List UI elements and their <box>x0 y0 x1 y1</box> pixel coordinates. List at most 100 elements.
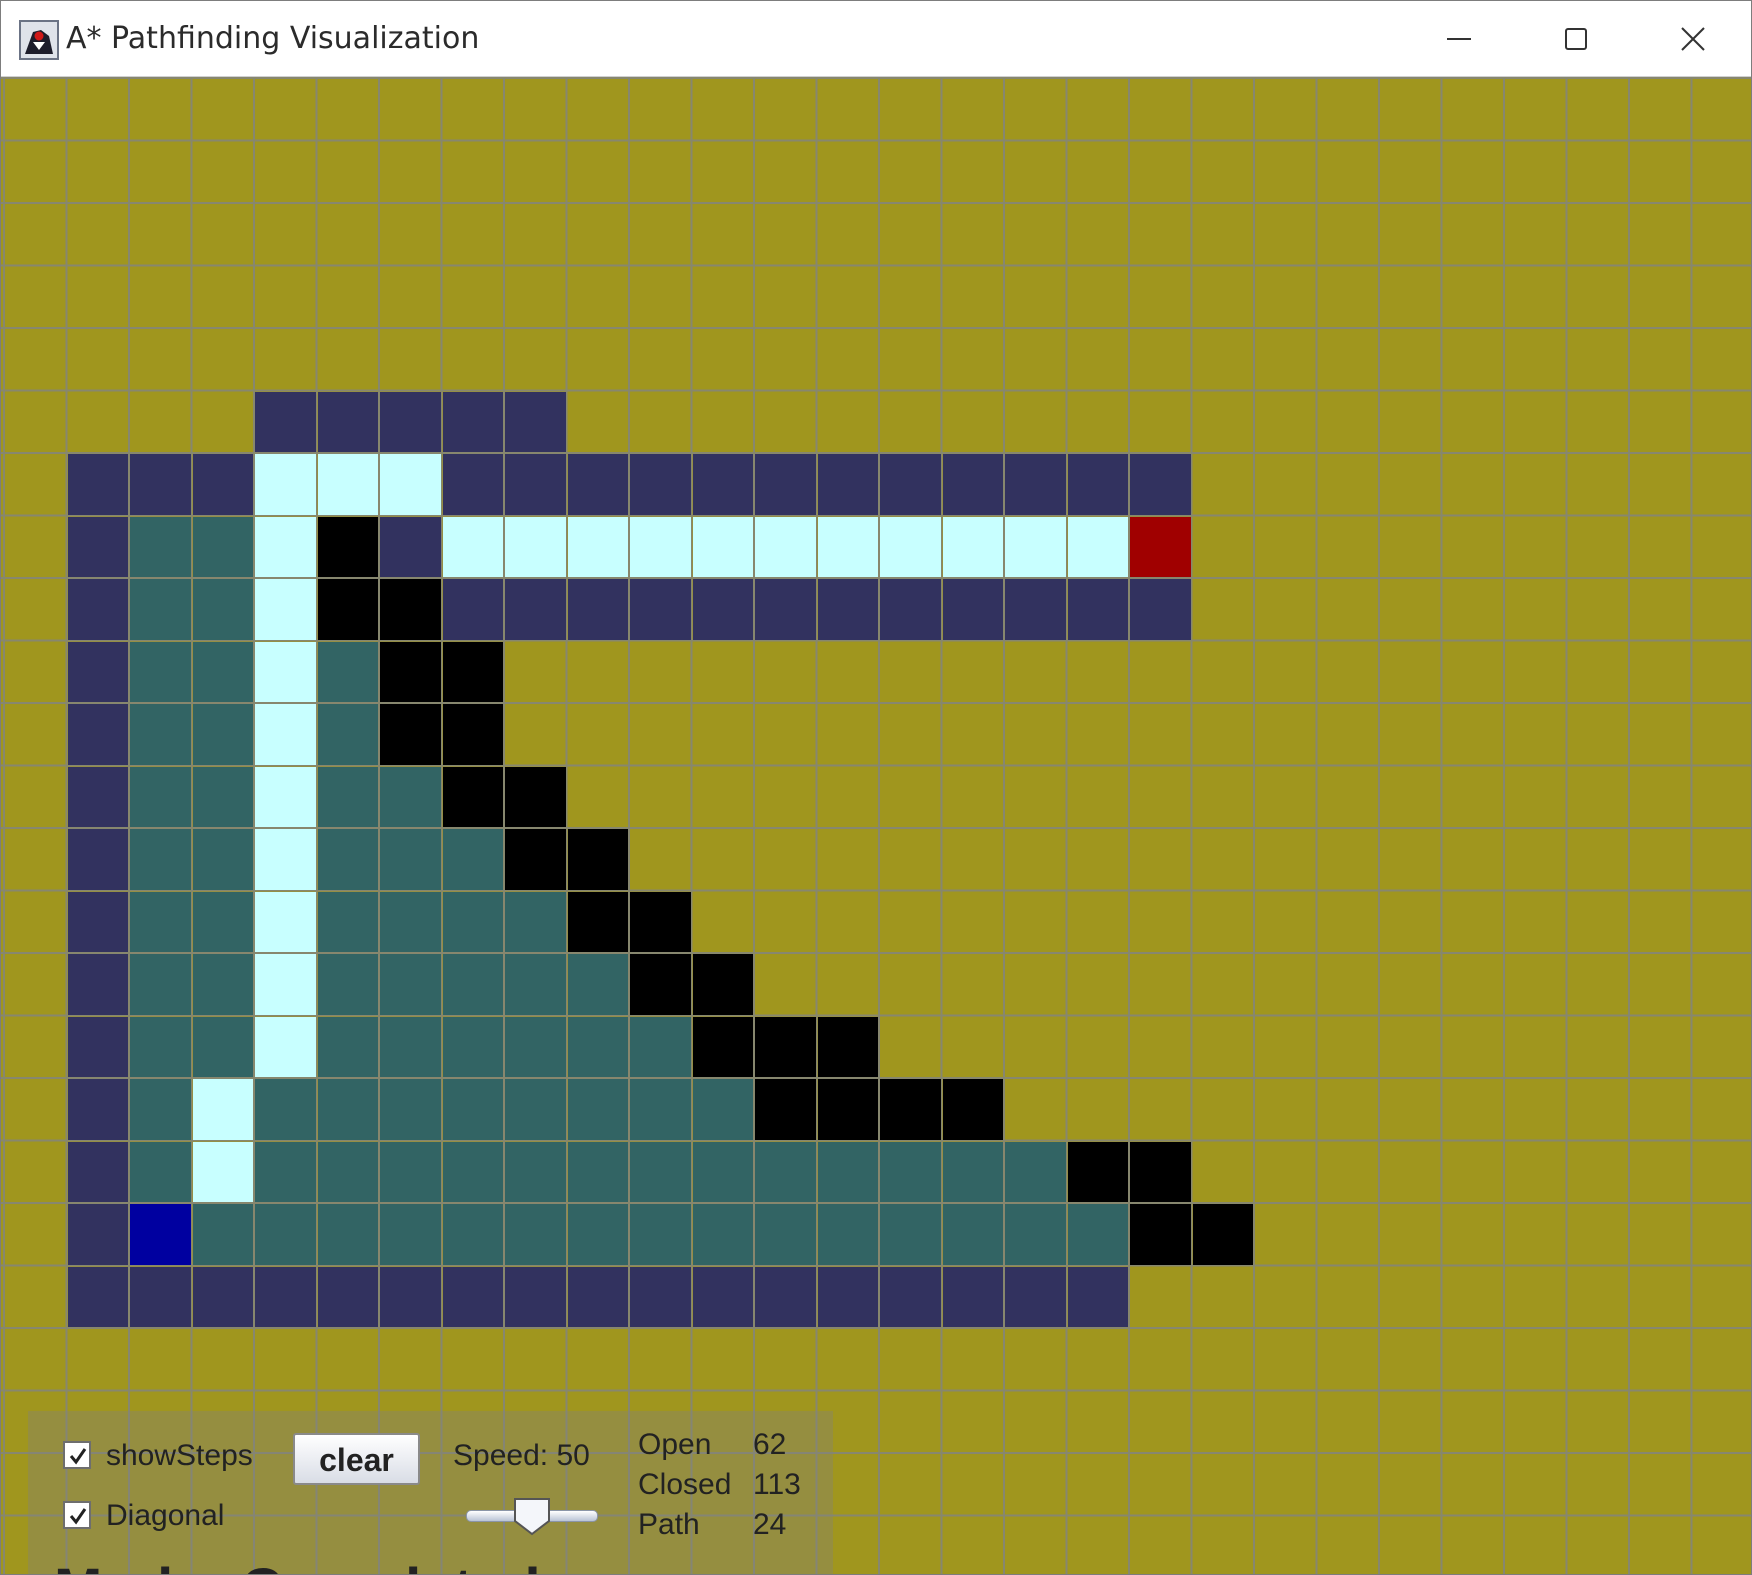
closed-cell[interactable] <box>192 641 253 702</box>
closed-cell[interactable] <box>317 1141 378 1202</box>
path-cell[interactable] <box>255 704 316 765</box>
closed-cell[interactable] <box>442 829 503 890</box>
open-cell[interactable] <box>67 954 128 1015</box>
wall-cell[interactable] <box>317 579 378 640</box>
wall-cell[interactable] <box>1130 1141 1191 1202</box>
open-cell[interactable] <box>67 579 128 640</box>
closed-cell[interactable] <box>1067 1204 1128 1265</box>
wall-cell[interactable] <box>755 1016 816 1077</box>
open-cell[interactable] <box>1005 454 1066 515</box>
closed-cell[interactable] <box>567 954 628 1015</box>
closed-cell[interactable] <box>755 1204 816 1265</box>
closed-cell[interactable] <box>755 1141 816 1202</box>
path-cell[interactable] <box>880 516 941 577</box>
closed-cell[interactable] <box>817 1204 878 1265</box>
closed-cell[interactable] <box>130 766 191 827</box>
open-cell[interactable] <box>567 579 628 640</box>
wall-cell[interactable] <box>880 1079 941 1140</box>
path-cell[interactable] <box>255 454 316 515</box>
open-cell[interactable] <box>442 391 503 452</box>
closed-cell[interactable] <box>380 829 441 890</box>
path-cell[interactable] <box>630 516 691 577</box>
open-cell[interactable] <box>630 1266 691 1327</box>
path-cell[interactable] <box>692 516 753 577</box>
open-cell[interactable] <box>505 391 566 452</box>
closed-cell[interactable] <box>692 1079 753 1140</box>
wall-cell[interactable] <box>380 579 441 640</box>
clear-button[interactable]: clear <box>293 1433 420 1485</box>
closed-cell[interactable] <box>317 891 378 952</box>
open-cell[interactable] <box>817 579 878 640</box>
closed-cell[interactable] <box>567 1016 628 1077</box>
wall-cell[interactable] <box>755 1079 816 1140</box>
wall-cell[interactable] <box>630 891 691 952</box>
path-cell[interactable] <box>755 516 816 577</box>
closed-cell[interactable] <box>380 891 441 952</box>
open-cell[interactable] <box>67 1204 128 1265</box>
speed-slider-thumb[interactable] <box>512 1496 552 1536</box>
open-cell[interactable] <box>67 516 128 577</box>
closed-cell[interactable] <box>130 579 191 640</box>
closed-cell[interactable] <box>630 1079 691 1140</box>
closed-cell[interactable] <box>380 1204 441 1265</box>
closed-cell[interactable] <box>317 829 378 890</box>
path-cell[interactable] <box>442 516 503 577</box>
wall-cell[interactable] <box>505 766 566 827</box>
diagonal-checkbox[interactable] <box>63 1501 91 1529</box>
closed-cell[interactable] <box>317 704 378 765</box>
closed-cell[interactable] <box>130 891 191 952</box>
open-cell[interactable] <box>67 1266 128 1327</box>
open-cell[interactable] <box>942 1266 1003 1327</box>
open-cell[interactable] <box>692 579 753 640</box>
closed-cell[interactable] <box>567 1079 628 1140</box>
closed-cell[interactable] <box>255 1204 316 1265</box>
closed-cell[interactable] <box>130 829 191 890</box>
closed-cell[interactable] <box>192 829 253 890</box>
open-cell[interactable] <box>67 641 128 702</box>
closed-cell[interactable] <box>817 1141 878 1202</box>
wall-cell[interactable] <box>817 1079 878 1140</box>
show-steps-checkbox[interactable] <box>63 1441 91 1469</box>
closed-cell[interactable] <box>942 1204 1003 1265</box>
closed-cell[interactable] <box>380 1141 441 1202</box>
open-cell[interactable] <box>1067 454 1128 515</box>
wall-cell[interactable] <box>942 1079 1003 1140</box>
open-cell[interactable] <box>442 1266 503 1327</box>
path-cell[interactable] <box>380 454 441 515</box>
open-cell[interactable] <box>630 454 691 515</box>
closed-cell[interactable] <box>192 516 253 577</box>
maximize-button[interactable] <box>1518 1 1635 76</box>
minimize-button[interactable] <box>1401 1 1518 76</box>
wall-cell[interactable] <box>380 641 441 702</box>
closed-cell[interactable] <box>505 1016 566 1077</box>
closed-cell[interactable] <box>630 1016 691 1077</box>
closed-cell[interactable] <box>1005 1141 1066 1202</box>
open-cell[interactable] <box>880 579 941 640</box>
closed-cell[interactable] <box>192 579 253 640</box>
closed-cell[interactable] <box>130 641 191 702</box>
closed-cell[interactable] <box>505 1204 566 1265</box>
open-cell[interactable] <box>130 454 191 515</box>
open-cell[interactable] <box>67 704 128 765</box>
closed-cell[interactable] <box>192 766 253 827</box>
open-cell[interactable] <box>380 391 441 452</box>
wall-cell[interactable] <box>442 641 503 702</box>
wall-cell[interactable] <box>442 766 503 827</box>
path-cell[interactable] <box>255 641 316 702</box>
path-cell[interactable] <box>1067 516 1128 577</box>
closed-cell[interactable] <box>317 1079 378 1140</box>
open-cell[interactable] <box>255 391 316 452</box>
closed-cell[interactable] <box>317 1204 378 1265</box>
open-cell[interactable] <box>505 454 566 515</box>
path-cell[interactable] <box>1005 516 1066 577</box>
wall-cell[interactable] <box>692 1016 753 1077</box>
path-cell[interactable] <box>317 454 378 515</box>
open-cell[interactable] <box>67 766 128 827</box>
wall-cell[interactable] <box>317 516 378 577</box>
open-cell[interactable] <box>505 1266 566 1327</box>
closed-cell[interactable] <box>442 954 503 1015</box>
open-cell[interactable] <box>1130 454 1191 515</box>
open-cell[interactable] <box>317 1266 378 1327</box>
closed-cell[interactable] <box>130 1079 191 1140</box>
closed-cell[interactable] <box>692 1141 753 1202</box>
